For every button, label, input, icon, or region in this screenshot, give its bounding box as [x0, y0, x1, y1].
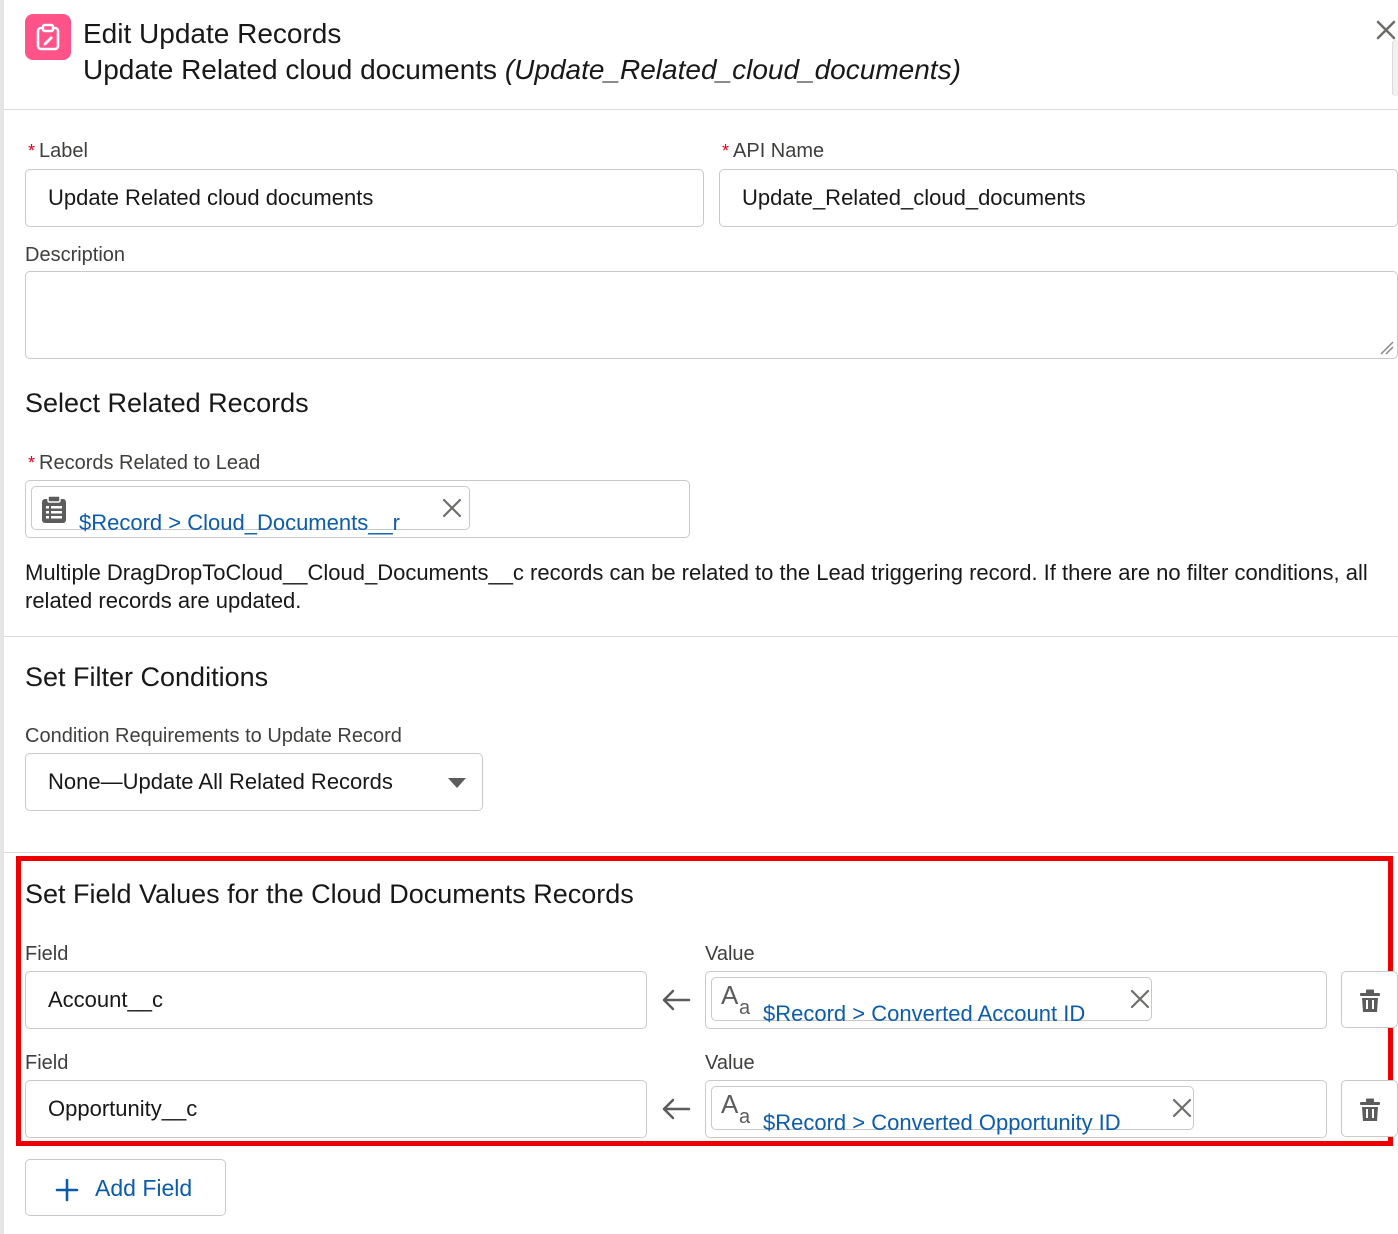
- field-label: Field: [25, 1052, 69, 1074]
- description-textarea[interactable]: [25, 271, 1398, 359]
- chevron-down-icon: [448, 778, 466, 788]
- value-pill[interactable]: A a $Record > Converted Account ID: [711, 977, 1152, 1026]
- modal-subtitle: Update Related cloud documents (Update_R…: [83, 54, 961, 86]
- section-divider: [4, 852, 1398, 853]
- modal-title: Edit Update Records: [83, 18, 342, 49]
- label-input[interactable]: Update Related cloud documents: [25, 169, 704, 227]
- value-input[interactable]: A a $Record > Converted Opportunity ID: [705, 1080, 1327, 1138]
- remove-pill-icon[interactable]: [1171, 1097, 1193, 1119]
- records-related-pill-text: $Record > Cloud_Documents__r: [79, 510, 401, 535]
- api-name-input[interactable]: Update_Related_cloud_documents: [719, 169, 1398, 227]
- required-asterisk: *: [28, 141, 36, 161]
- svg-text:A: A: [721, 982, 739, 1010]
- delete-row-button[interactable]: [1341, 1080, 1398, 1137]
- filter-conditions-heading: Set Filter Conditions: [25, 662, 269, 692]
- add-field-button[interactable]: Add Field: [25, 1159, 226, 1216]
- trash-icon: [1360, 1098, 1380, 1121]
- svg-text:a: a: [739, 997, 751, 1016]
- field-input[interactable]: Opportunity__c: [25, 1080, 647, 1138]
- value-label: Value: [705, 943, 755, 965]
- label-field-label: * Label: [28, 140, 88, 162]
- remove-pill-icon[interactable]: [1129, 988, 1151, 1010]
- value-pill[interactable]: A a $Record > Converted Opportunity ID: [711, 1086, 1194, 1135]
- records-related-label: * Records Related to Lead: [28, 452, 261, 474]
- required-asterisk: *: [28, 453, 36, 473]
- svg-text:A: A: [721, 1091, 739, 1119]
- arrow-left-icon: [662, 1098, 691, 1120]
- element-label-text: Update Related cloud documents: [83, 54, 498, 85]
- related-records-icon: [42, 495, 66, 523]
- required-asterisk: *: [722, 141, 730, 161]
- set-field-values-heading: Set Field Values for the Cloud Documents…: [25, 879, 634, 909]
- related-records-help-text: Multiple DragDropToCloud__Cloud_Document…: [25, 560, 1368, 613]
- condition-requirements-label: Condition Requirements to Update Record: [25, 725, 402, 747]
- plus-icon: [55, 1178, 79, 1202]
- remove-pill-icon[interactable]: [441, 497, 463, 519]
- description-label: Description: [25, 244, 126, 266]
- records-related-pill[interactable]: $Record > Cloud_Documents__r: [31, 486, 470, 535]
- trash-icon: [1360, 989, 1380, 1012]
- select-related-records-heading: Select Related Records: [25, 388, 309, 418]
- value-pill-text: $Record > Converted Account ID: [763, 1001, 1086, 1026]
- arrow-left-icon: [662, 989, 691, 1011]
- panel-left-edge: [0, 0, 4, 1234]
- field-input[interactable]: Account__c: [25, 971, 647, 1029]
- field-label: Field: [25, 943, 69, 965]
- text-resource-icon: A a: [721, 1091, 751, 1125]
- value-pill-text: $Record > Converted Opportunity ID: [763, 1110, 1121, 1135]
- modal-header: Edit Update Records Update Related cloud…: [4, 0, 1398, 110]
- update-records-icon: [25, 14, 71, 60]
- element-api-name-text: (Update_Related_cloud_documents): [504, 54, 961, 85]
- delete-row-button[interactable]: [1341, 971, 1398, 1028]
- text-resource-icon: A a: [721, 982, 751, 1016]
- condition-requirements-value: None—Update All Related Records: [48, 769, 393, 794]
- add-field-label: Add Field: [95, 1175, 193, 1201]
- close-icon[interactable]: [1372, 16, 1398, 44]
- api-name-field-label: * API Name: [722, 140, 825, 162]
- section-divider: [4, 636, 1398, 637]
- records-related-input[interactable]: $Record > Cloud_Documents__r: [25, 480, 690, 538]
- value-label: Value: [705, 1052, 755, 1074]
- value-input[interactable]: A a $Record > Converted Account ID: [705, 971, 1327, 1029]
- resize-grip-icon[interactable]: [1378, 339, 1394, 355]
- svg-text:a: a: [739, 1106, 751, 1125]
- condition-requirements-select[interactable]: None—Update All Related Records: [25, 753, 483, 811]
